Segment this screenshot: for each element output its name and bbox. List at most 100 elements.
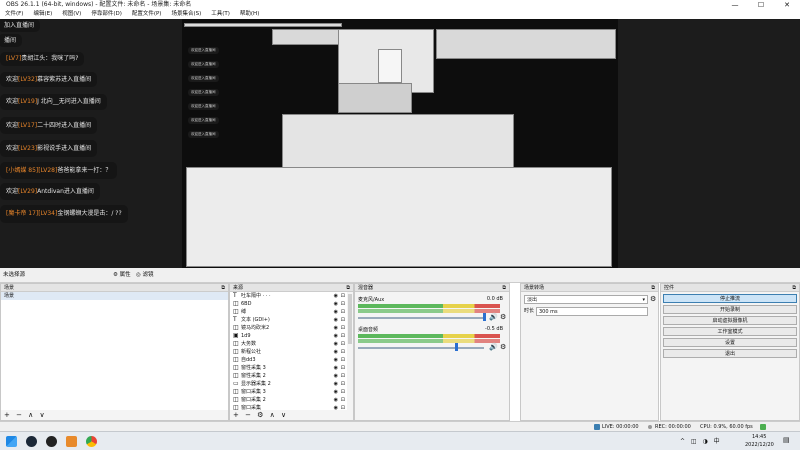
lock-icon[interactable]: ⊡	[341, 348, 345, 356]
settings-button[interactable]: 设置	[663, 338, 797, 347]
captured-window	[338, 83, 412, 113]
start-virtual-camera-button[interactable]: 启动虚拟摄像机	[663, 316, 797, 325]
source-item[interactable]: ◫ 6BD ◉ ⊡	[230, 300, 347, 308]
lock-icon[interactable]: ⊡	[341, 372, 345, 380]
properties-button[interactable]: ⚙ 属性	[113, 268, 131, 283]
eye-icon[interactable]: ◉	[334, 372, 338, 380]
clock-date[interactable]: 2022/12/20	[745, 442, 774, 448]
source-item[interactable]: ◫ 窗性采集 2 ◉ ⊡	[230, 372, 347, 380]
steam-icon[interactable]	[26, 436, 37, 447]
lock-icon[interactable]: ⊡	[341, 308, 345, 316]
filters-button[interactable]: ◎ 滤镜	[136, 268, 154, 283]
window-capture-icon: ◫	[233, 364, 239, 371]
menu-scene-collection[interactable]: 场景集合(S)	[166, 10, 206, 19]
start-icon[interactable]	[6, 436, 17, 447]
slider-handle[interactable]	[483, 313, 486, 321]
chrome-icon[interactable]	[86, 436, 97, 447]
volume-slider[interactable]	[358, 347, 484, 349]
speaker-icon[interactable]: 🔊	[489, 313, 498, 321]
maximize-button[interactable]: ☐	[748, 0, 774, 10]
captured-chat: 欢迎进入直播间	[188, 103, 219, 110]
scene-item[interactable]: 场景	[1, 292, 228, 300]
eye-icon[interactable]: ◉	[334, 348, 338, 356]
lock-icon[interactable]: ⊡	[341, 364, 345, 372]
scrollbar[interactable]	[348, 294, 352, 344]
undock-icon[interactable]: ⧉	[651, 284, 655, 292]
volume-meter	[358, 304, 500, 308]
lock-icon[interactable]: ⊡	[341, 316, 345, 324]
lock-icon[interactable]: ⊡	[341, 396, 345, 404]
eye-icon[interactable]: ◉	[334, 300, 338, 308]
eye-icon[interactable]: ◉	[334, 316, 338, 324]
scenes-list[interactable]: 场景	[1, 292, 228, 410]
eye-icon[interactable]: ◉	[334, 356, 338, 364]
eye-icon[interactable]: ◉	[334, 340, 338, 348]
source-item[interactable]: T 文本 (GDI+) ◉ ⊡	[230, 316, 347, 324]
eye-icon[interactable]: ◉	[334, 308, 338, 316]
chat-bubble: 欢迎[LV32]慕容紫苏进入直播间	[0, 72, 98, 87]
source-item[interactable]: ◫ 窗性采集 3 ◉ ⊡	[230, 364, 347, 372]
slider-handle[interactable]	[455, 343, 458, 351]
source-item[interactable]: ▣ 1d9 ◉ ⊡	[230, 332, 347, 340]
eye-icon[interactable]: ◉	[334, 396, 338, 404]
source-item[interactable]: ▭ 显示器采集 2 ◉ ⊡	[230, 380, 347, 388]
eye-icon[interactable]: ◉	[334, 324, 338, 332]
lock-icon[interactable]: ⊡	[341, 332, 345, 340]
source-item[interactable]: ◫ 缚 ◉ ⊡	[230, 308, 347, 316]
menu-edit[interactable]: 编辑(E)	[28, 10, 57, 19]
lock-icon[interactable]: ⊡	[341, 340, 345, 348]
volume-slider[interactable]	[358, 317, 484, 319]
exit-button[interactable]: 退出	[663, 349, 797, 358]
studio-mode-button[interactable]: 工作室模式	[663, 327, 797, 336]
menu-docks[interactable]: 停靠部件(D)	[86, 10, 127, 19]
source-item[interactable]: ◫ 大务数 ◉ ⊡	[230, 340, 347, 348]
eye-icon[interactable]: ◉	[334, 388, 338, 396]
duration-field[interactable]: 300 ms	[536, 307, 648, 316]
eye-icon[interactable]: ◉	[334, 332, 338, 340]
clock-time[interactable]: 14:45	[752, 434, 766, 440]
gear-icon[interactable]: ⚙	[500, 313, 506, 321]
menu-tools[interactable]: 工具(T)	[206, 10, 235, 19]
stop-streaming-button[interactable]: 停止推流	[663, 294, 797, 303]
chat-bubble: 欢迎[LV29]Antdivan进入直播间	[0, 183, 100, 200]
speaker-icon[interactable]: 🔊	[489, 343, 498, 351]
sources-toolbar[interactable]: + − ⚙ ∧ ∨	[230, 410, 353, 420]
gear-icon[interactable]: ⚙	[650, 295, 656, 303]
lock-icon[interactable]: ⊡	[341, 380, 345, 388]
source-item[interactable]: ◫ 窗口采集 2 ◉ ⊡	[230, 396, 347, 404]
gear-icon[interactable]: ⚙	[500, 343, 506, 351]
undock-icon[interactable]: ⧉	[221, 284, 225, 292]
captured-obs-window	[186, 167, 612, 267]
source-item[interactable]: ◫ 镜马均砍米2 ◉ ⊡	[230, 324, 347, 332]
sources-list[interactable]: T 吐车隔中 · · · ◉ ⊡ ◫ 6BD ◉ ⊡ ◫ 缚 ◉ ⊡ T 文本 (GDI+) ◉ ⊡ ◫…	[230, 292, 347, 411]
lock-icon[interactable]: ⊡	[341, 388, 345, 396]
menu-view[interactable]: 视图(V)	[57, 10, 86, 19]
menu-bar: 文件(F) 编辑(E) 视图(V) 停靠部件(D) 配置文件(P) 场景集合(S…	[0, 10, 800, 19]
system-tray[interactable]: ^ ◫ ◑ 中	[680, 436, 722, 445]
app-icon[interactable]	[66, 436, 77, 447]
close-button[interactable]: ✕	[774, 0, 800, 10]
source-item[interactable]: ◫ 窗口采集 3 ◉ ⊡	[230, 388, 347, 396]
lock-icon[interactable]: ⊡	[341, 324, 345, 332]
source-item[interactable]: T 吐车隔中 · · · ◉ ⊡	[230, 292, 347, 300]
eye-icon[interactable]: ◉	[334, 364, 338, 372]
transition-select[interactable]: 淡出 ▾	[524, 295, 648, 304]
undock-icon[interactable]: ⧉	[502, 284, 506, 292]
lock-icon[interactable]: ⊡	[341, 356, 345, 364]
eye-icon[interactable]: ◉	[334, 292, 338, 300]
start-recording-button[interactable]: 开始录制	[663, 305, 797, 314]
undock-icon[interactable]: ⧉	[346, 284, 350, 292]
lock-icon[interactable]: ⊡	[341, 292, 345, 300]
menu-file[interactable]: 文件(F)	[0, 10, 28, 19]
notification-icon[interactable]: ▤	[783, 436, 790, 444]
undock-icon[interactable]: ⧉	[792, 284, 796, 292]
scenes-toolbar[interactable]: + − ∧ ∨	[1, 410, 228, 420]
source-item[interactable]: ◫ 新程公社 ◉ ⊡	[230, 348, 347, 356]
eye-icon[interactable]: ◉	[334, 380, 338, 388]
lock-icon[interactable]: ⊡	[341, 300, 345, 308]
menu-profile[interactable]: 配置文件(P)	[127, 10, 167, 19]
source-item[interactable]: ◫ 自dd3 ◉ ⊡	[230, 356, 347, 364]
obs-icon[interactable]	[46, 436, 57, 447]
minimize-button[interactable]: —	[722, 0, 748, 10]
menu-help[interactable]: 帮助(H)	[235, 10, 264, 19]
